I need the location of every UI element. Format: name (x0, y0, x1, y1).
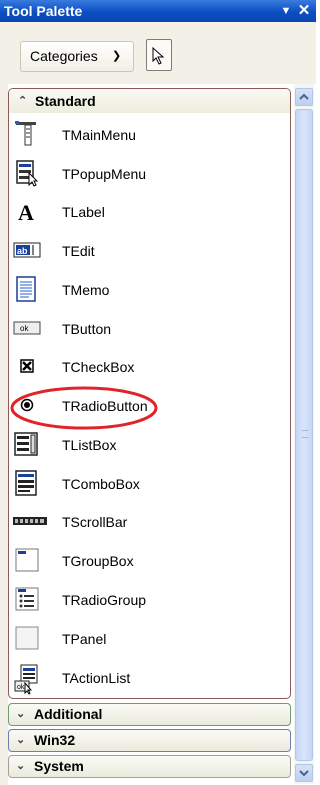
scroll-thumb[interactable] (295, 109, 313, 761)
item-label: TCheckBox (62, 359, 135, 375)
palette-item-tgroupbox[interactable]: TGroupBox (9, 542, 290, 580)
palette-item-tscrollbar[interactable]: TScrollBar (9, 503, 290, 541)
chevron-down-icon (299, 770, 309, 777)
svg-text:A: A (18, 200, 34, 225)
collapse-up-icon: ⌃ (18, 95, 28, 107)
pointer-icon (152, 47, 165, 65)
edit-icon: ab (13, 236, 41, 264)
palette-item-tpopupmenu[interactable]: TPopupMenu (9, 155, 290, 193)
pointer-button[interactable] (146, 39, 172, 71)
category-label: Standard (35, 93, 96, 109)
button-icon: ok (13, 314, 41, 342)
label-icon: A (13, 197, 41, 225)
categories-label: Categories (30, 48, 98, 64)
main-menu-icon (13, 120, 41, 148)
item-label: TListBox (62, 437, 117, 453)
panel-icon (13, 624, 41, 652)
item-label: TScrollBar (62, 514, 128, 530)
actionlist-icon: ok (13, 663, 41, 695)
left-gutter (0, 84, 8, 785)
item-label: TButton (62, 321, 112, 337)
palette-item-tcombobox[interactable]: TComboBox (9, 465, 290, 503)
radio-button-icon (13, 391, 41, 419)
category-additional[interactable]: ⌄ Additional (8, 703, 291, 726)
item-label: TMemo (62, 282, 110, 298)
scrollbar-icon (13, 507, 47, 535)
expand-down-icon: ⌄ (16, 734, 26, 746)
palette-item-tcheckbox[interactable]: TCheckBox (9, 348, 290, 386)
category-label: Win32 (34, 732, 76, 748)
category-label: Additional (34, 706, 103, 722)
expand-down-icon: ⌄ (16, 708, 26, 720)
chevron-up-icon (299, 93, 309, 100)
palette-item-tedit[interactable]: ab TEdit (9, 232, 290, 270)
palette-item-tmainmenu[interactable]: TMainMenu (9, 116, 290, 154)
popup-menu-icon (13, 159, 41, 187)
scroll-up-button[interactable] (295, 88, 313, 106)
palette-item-tradiogroup[interactable]: TRadioGroup (9, 581, 290, 619)
palette-item-tradiobutton[interactable]: TRadioButton (9, 387, 290, 425)
palette-item-tlabel[interactable]: A TLabel (9, 193, 290, 231)
radiogroup-icon (13, 585, 41, 613)
item-label: TRadioGroup (62, 592, 147, 608)
memo-icon (13, 275, 41, 303)
item-label: TRadioButton (62, 398, 148, 414)
window-title: Tool Palette (4, 3, 83, 19)
toolbar: Categories ❯ (0, 22, 316, 84)
category-label: System (34, 758, 84, 774)
expand-down-icon: ⌄ (16, 760, 26, 772)
svg-text:ok: ok (17, 684, 25, 691)
category-win32[interactable]: ⌄ Win32 (8, 729, 291, 752)
item-label: TPanel (62, 631, 107, 647)
item-label: TGroupBox (62, 553, 134, 569)
scroll-down-button[interactable] (295, 764, 313, 782)
item-label: TMainMenu (62, 127, 136, 143)
checkbox-icon (13, 352, 41, 380)
category-system[interactable]: ⌄ System (8, 755, 291, 778)
palette-item-tlistbox[interactable]: TListBox (9, 426, 290, 464)
close-icon[interactable]: ✕ (296, 0, 312, 22)
categories-button[interactable]: Categories ❯ (20, 41, 134, 72)
svg-text:ab: ab (17, 246, 28, 256)
groupbox-icon (13, 546, 41, 574)
vertical-scrollbar[interactable] (294, 84, 314, 784)
combobox-icon (13, 469, 41, 497)
item-label: TPopupMenu (62, 166, 147, 182)
listbox-icon (13, 430, 41, 458)
item-label: TComboBox (62, 476, 140, 492)
palette-item-tactionlist[interactable]: ok TActionList (9, 659, 290, 697)
palette-item-tmemo[interactable]: TMemo (9, 271, 290, 309)
chevron-down-icon: ❯ (112, 50, 122, 62)
title-bar: Tool Palette ▼ ✕ (0, 0, 316, 22)
svg-text:ok: ok (20, 324, 29, 333)
standard-panel: ⌃ Standard TMainMenu TPopupMenu A TLabel… (8, 88, 291, 699)
item-label: TActionList (62, 670, 131, 686)
palette-item-tpanel[interactable]: TPanel (9, 620, 290, 658)
item-label: TLabel (62, 204, 105, 220)
palette-item-tbutton[interactable]: ok TButton (9, 310, 290, 348)
dropdown-arrow-icon[interactable]: ▼ (279, 0, 293, 22)
grip-icon (302, 430, 308, 438)
category-standard-header[interactable]: ⌃ Standard (9, 89, 290, 113)
item-label: TEdit (62, 243, 95, 259)
